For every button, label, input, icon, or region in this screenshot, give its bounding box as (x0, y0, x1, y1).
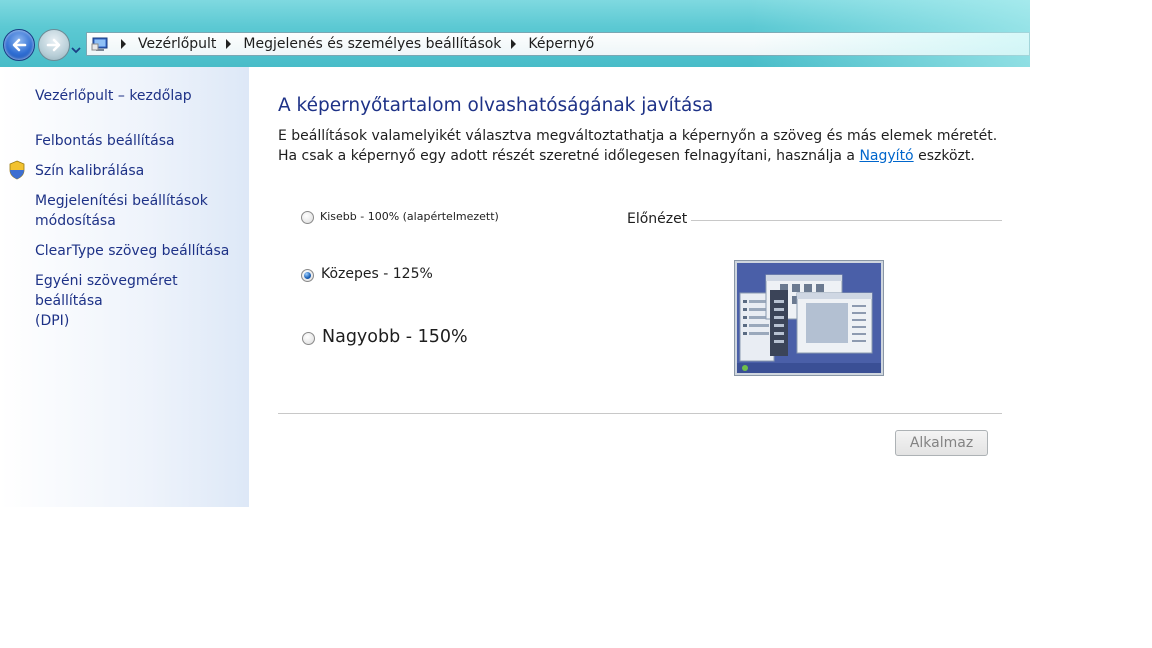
sidebar-item-display-settings[interactable]: Megjelenítési beállítások módosítása (35, 191, 208, 231)
back-button[interactable] (3, 29, 35, 61)
breadcrumb-item[interactable]: Képernyő (528, 36, 594, 52)
recent-pages-button[interactable] (70, 40, 82, 54)
control-panel-icon (91, 37, 108, 51)
size-medium-label[interactable]: Közepes - 125% (321, 266, 433, 282)
sidebar-item-label: Egyéni szövegméret beállítása (35, 273, 178, 309)
breadcrumb-separator-icon[interactable] (511, 39, 517, 49)
forward-button[interactable] (38, 29, 70, 61)
sidebar-item-calibrate-color[interactable]: Szín kalibrálása (35, 161, 144, 181)
breadcrumb: Vezérlőpult Megjelenés és személyes beál… (117, 33, 594, 55)
back-arrow-icon (12, 38, 27, 52)
size-larger-radio[interactable] (302, 332, 315, 345)
forward-arrow-icon (46, 38, 61, 52)
preview-divider (691, 220, 1002, 221)
sidebar: Vezérlőpult – kezdőlap Felbontás beállít… (0, 67, 249, 507)
sidebar-item-label: Megjelenítési beállítások (35, 193, 208, 209)
size-larger-label[interactable]: Nagyobb - 150% (322, 327, 468, 347)
apply-button[interactable]: Alkalmaz (895, 430, 988, 456)
control-panel-window: Vezérlőpult Megjelenés és személyes beál… (0, 0, 1030, 507)
page-title: A képernyőtartalom olvashatóságának javí… (278, 95, 714, 116)
page-description: E beállítások valamelyikét választva meg… (278, 126, 1018, 166)
preview-label: Előnézet (627, 211, 688, 227)
sidebar-item-custom-dpi[interactable]: Egyéni szövegméret beállítása (DPI) (35, 271, 249, 331)
uac-shield-icon (9, 160, 25, 180)
breadcrumb-item[interactable]: Megjelenés és személyes beállítások (243, 36, 501, 52)
sidebar-item-home[interactable]: Vezérlőpult – kezdőlap (35, 86, 192, 106)
chevron-down-icon (71, 47, 81, 54)
size-smaller-radio[interactable] (301, 211, 314, 224)
preview-image (734, 260, 884, 376)
breadcrumb-separator-icon[interactable] (226, 39, 232, 49)
size-smaller-label[interactable]: Kisebb - 100% (alapértelmezett) (320, 210, 499, 223)
main-content: A képernyőtartalom olvashatóságának javí… (249, 67, 1030, 507)
sidebar-item-resolution[interactable]: Felbontás beállítása (35, 131, 175, 151)
title-bar: Vezérlőpult Megjelenés és személyes beál… (0, 0, 1030, 67)
magnifier-link[interactable]: Nagyító (859, 148, 913, 164)
sidebar-item-label: módosítása (35, 213, 116, 229)
divider (278, 413, 1002, 414)
sidebar-item-cleartype[interactable]: ClearType szöveg beállítása (35, 241, 229, 261)
address-bar[interactable]: Vezérlőpult Megjelenés és személyes beál… (86, 32, 1030, 56)
sidebar-item-label: (DPI) (35, 313, 70, 329)
breadcrumb-item[interactable]: Vezérlőpult (138, 36, 216, 52)
description-text: eszközt. (913, 148, 975, 164)
breadcrumb-separator-icon[interactable] (121, 39, 126, 49)
size-medium-radio[interactable] (301, 269, 314, 282)
